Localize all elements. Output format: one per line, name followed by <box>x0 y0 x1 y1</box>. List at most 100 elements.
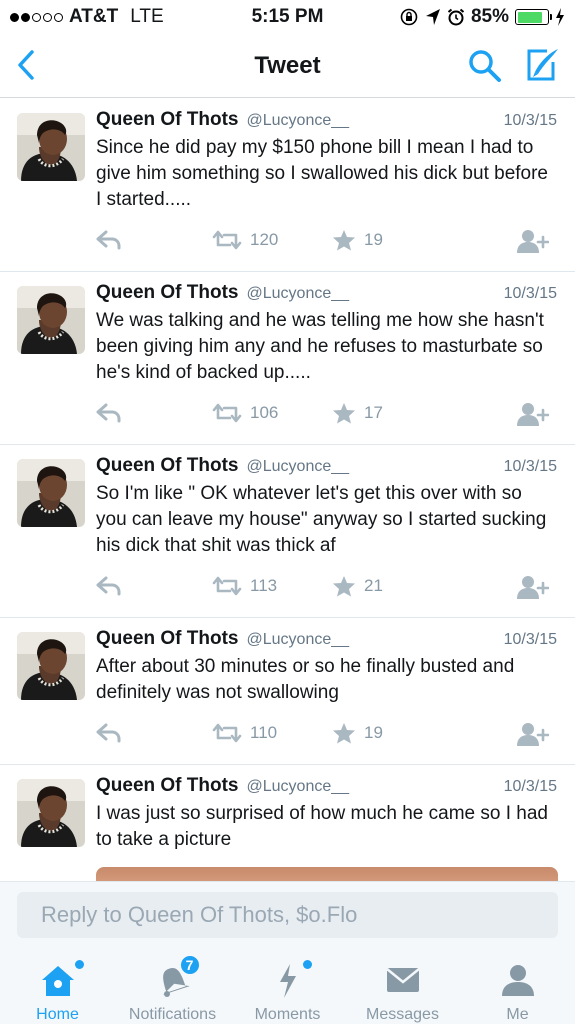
tweet[interactable]: Queen Of Thots @Lucyonce__ 10/3/15 We wa… <box>0 272 575 445</box>
tweet[interactable]: Queen Of Thots @Lucyonce__ 10/3/15 So I'… <box>0 445 575 618</box>
envelope-icon <box>383 960 423 1000</box>
tweet-author-handle[interactable]: @Lucyonce__ <box>247 778 350 796</box>
tweet-date: 10/3/15 <box>503 285 557 302</box>
follow-button[interactable] <box>517 229 549 253</box>
tweet-author-handle[interactable]: @Lucyonce__ <box>247 458 350 476</box>
star-icon <box>333 576 355 597</box>
retweet-button[interactable]: 106 <box>212 402 278 424</box>
tab-home[interactable]: Home <box>0 946 115 1024</box>
rotation-lock-icon <box>400 8 418 26</box>
retweet-icon <box>212 576 242 596</box>
battery-icon <box>515 9 552 25</box>
reply-input[interactable] <box>17 892 558 938</box>
tweet-author-name[interactable]: Queen Of Thots <box>96 628 239 650</box>
avatar[interactable] <box>17 632 85 700</box>
retweet-icon <box>212 723 242 743</box>
avatar[interactable] <box>17 459 85 527</box>
retweet-icon <box>212 403 242 423</box>
tweet-date: 10/3/15 <box>503 778 557 795</box>
reply-button[interactable] <box>96 229 122 251</box>
tweet-text: Since he did pay my $150 phone bill I me… <box>96 137 549 210</box>
like-button[interactable]: 19 <box>332 722 383 744</box>
tab-label: Notifications <box>128 1006 217 1023</box>
retweet-icon <box>212 230 242 250</box>
tab-bar: Home 7 Notifications Moments Messages Me <box>0 946 575 1024</box>
reply-icon <box>96 576 121 596</box>
tweet-thread: Queen Of Thots @Lucyonce__ 10/3/15 Since… <box>0 99 575 881</box>
search-icon[interactable] <box>467 48 503 84</box>
reply-bar <box>0 881 575 946</box>
nav-bar: Tweet <box>0 34 575 98</box>
tweet-date: 10/3/15 <box>503 631 557 648</box>
tweet-text: So I'm like " OK whatever let's get this… <box>96 483 547 556</box>
tab-notifications[interactable]: 7 Notifications <box>115 946 230 1024</box>
retweet-button[interactable]: 113 <box>212 575 277 597</box>
star-icon <box>333 230 355 251</box>
tweet-actions: 106 17 <box>96 394 557 432</box>
notification-badge: 7 <box>178 954 201 976</box>
tweet-date: 10/3/15 <box>503 112 557 129</box>
like-button[interactable]: 19 <box>332 229 383 251</box>
avatar[interactable] <box>17 286 85 354</box>
tweet-actions: 113 21 <box>96 567 557 605</box>
reply-button[interactable] <box>96 575 122 597</box>
status-time: 5:15 PM <box>251 6 324 27</box>
retweet-count: 113 <box>250 576 278 595</box>
retweet-count: 120 <box>250 230 279 249</box>
follow-button[interactable] <box>517 402 549 426</box>
like-count: 19 <box>364 723 383 742</box>
reply-button[interactable] <box>96 722 122 744</box>
bell-icon: 7 <box>153 954 201 1000</box>
add-user-icon <box>517 576 549 599</box>
tweet-author-name[interactable]: Queen Of Thots <box>96 109 239 131</box>
tab-messages[interactable]: Messages <box>345 946 460 1024</box>
tweet-text: I was just so surprised of how much he c… <box>96 803 548 850</box>
carrier-label: AT&T <box>69 6 119 27</box>
avatar[interactable] <box>17 113 85 181</box>
add-user-icon <box>517 723 549 746</box>
follow-button[interactable] <box>517 575 549 599</box>
back-icon[interactable] <box>12 48 44 82</box>
tweet-author-name[interactable]: Queen Of Thots <box>96 455 239 477</box>
retweet-count: 110 <box>250 723 278 742</box>
network-label: LTE <box>130 6 164 27</box>
tab-label: Messages <box>366 1006 439 1023</box>
retweet-button[interactable]: 120 <box>212 229 278 251</box>
avatar[interactable] <box>17 779 85 847</box>
tweet-author-name[interactable]: Queen Of Thots <box>96 282 239 304</box>
reply-icon <box>96 723 121 743</box>
follow-button[interactable] <box>517 722 549 746</box>
tweet-image[interactable] <box>96 867 558 881</box>
tweet-actions: 110 19 <box>96 714 557 752</box>
alarm-icon <box>447 8 465 26</box>
tab-moments[interactable]: Moments <box>230 946 345 1024</box>
home-icon <box>38 960 84 1000</box>
star-icon <box>333 403 355 424</box>
tweet[interactable]: Queen Of Thots @Lucyonce__ 10/3/15 I was… <box>0 765 575 881</box>
reply-button[interactable] <box>96 402 122 424</box>
retweet-button[interactable]: 110 <box>212 722 277 744</box>
battery-percent: 85% <box>470 6 509 27</box>
compose-tweet-icon[interactable] <box>523 46 561 84</box>
tweet-actions: 120 19 <box>96 221 557 259</box>
like-button[interactable]: 17 <box>332 402 383 424</box>
tweet[interactable]: Queen Of Thots @Lucyonce__ 10/3/15 Since… <box>0 99 575 272</box>
tab-me[interactable]: Me <box>460 946 575 1024</box>
signal-strength-icon <box>10 12 63 22</box>
lightning-icon <box>268 960 312 1000</box>
like-count: 17 <box>364 403 383 422</box>
status-bar: AT&T LTE 5:15 PM 85% <box>0 0 575 34</box>
retweet-count: 106 <box>250 403 279 422</box>
tweet-author-handle[interactable]: @Lucyonce__ <box>247 631 350 649</box>
tweet-author-name[interactable]: Queen Of Thots <box>96 775 239 797</box>
tweet-text: After about 30 minutes or so he finally … <box>96 656 515 703</box>
tweet[interactable]: Queen Of Thots @Lucyonce__ 10/3/15 After… <box>0 618 575 765</box>
like-button[interactable]: 21 <box>332 575 383 597</box>
person-icon <box>498 960 538 1000</box>
tweet-author-handle[interactable]: @Lucyonce__ <box>247 112 350 130</box>
tweet-text: We was talking and he was telling me how… <box>96 310 544 383</box>
tweet-author-handle[interactable]: @Lucyonce__ <box>247 285 350 303</box>
star-icon <box>333 723 355 744</box>
charging-icon <box>556 8 564 26</box>
like-count: 19 <box>364 230 383 249</box>
